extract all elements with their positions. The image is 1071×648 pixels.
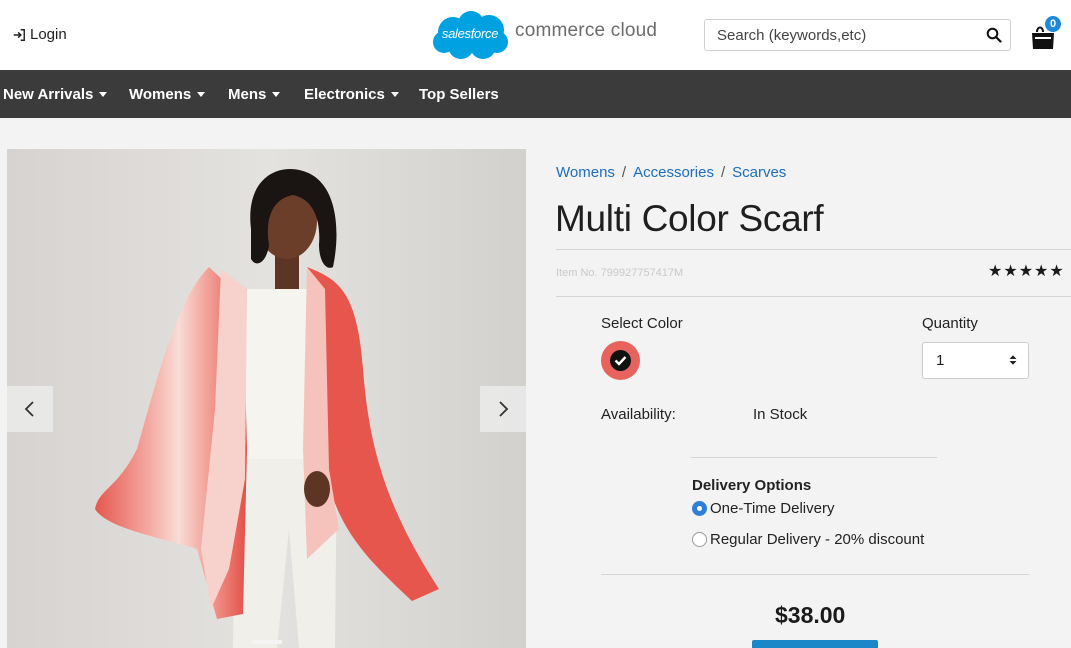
product-price: $38.00 — [775, 602, 846, 628]
chevron-left-icon — [24, 401, 34, 417]
caret-down-icon — [99, 92, 108, 97]
delivery-option-label: Regular Delivery - 20% discount — [710, 531, 925, 548]
divider — [601, 574, 1029, 575]
divider — [556, 296, 1071, 297]
availability-label: Availability: — [601, 406, 676, 423]
cart-count-badge: 0 — [1045, 16, 1061, 32]
checkmark-icon — [610, 350, 631, 371]
nav-item-top-sellers[interactable]: Top Sellers — [419, 86, 499, 103]
star-icon: ★ — [1034, 263, 1050, 280]
delivery-option-one-time[interactable]: One-Time Delivery — [692, 500, 834, 517]
cart-button[interactable]: 0 — [1030, 16, 1062, 50]
nav-item-womens[interactable]: Womens — [129, 86, 206, 103]
carousel-indicator[interactable] — [252, 640, 282, 644]
site-header: Login salesforce commerce cloud Search (… — [0, 0, 1071, 70]
star-icon: ★ — [988, 263, 1004, 280]
login-label: Login — [30, 26, 67, 43]
nav-item-label: Mens — [228, 86, 267, 103]
logo-tagline: commerce cloud — [515, 20, 658, 41]
divider — [556, 249, 1071, 250]
nav-item-electronics[interactable]: Electronics — [304, 86, 399, 103]
breadcrumb-item-scarves[interactable]: Scarves — [732, 164, 786, 181]
carousel-prev-button[interactable] — [7, 386, 53, 432]
nav-item-new-arrivals[interactable]: New Arrivals — [3, 86, 108, 103]
quantity-select[interactable]: 1 — [922, 342, 1029, 379]
nav-item-label: Top Sellers — [419, 86, 499, 103]
salesforce-cloud-logo: salesforce — [431, 10, 509, 60]
chevron-right-icon — [499, 401, 509, 417]
nav-item-mens[interactable]: Mens — [228, 86, 281, 103]
caret-down-icon — [272, 92, 281, 97]
radio-selected[interactable] — [692, 501, 707, 516]
star-icon: ★ — [1003, 263, 1019, 280]
select-color-label: Select Color — [601, 315, 683, 332]
breadcrumb: Womens / Accessories / Scarves — [556, 164, 786, 181]
sign-in-icon — [13, 28, 25, 41]
logo-text: salesforce — [441, 26, 499, 41]
delivery-option-label: One-Time Delivery — [710, 500, 835, 517]
color-swatch-selected[interactable] — [601, 341, 640, 380]
availability-value: In Stock — [753, 406, 808, 423]
divider — [691, 457, 937, 458]
carousel-next-button[interactable] — [480, 386, 526, 432]
brand-logo[interactable]: salesforce commerce cloud — [431, 10, 657, 60]
login-link[interactable]: Login — [12, 26, 67, 43]
search-box — [704, 19, 1011, 51]
quantity-value: 1 — [936, 352, 945, 369]
category-nav: New Arrivals Womens Mens Electronics Top… — [0, 70, 1071, 118]
caret-down-icon — [197, 92, 206, 97]
quantity-label: Quantity — [922, 315, 978, 332]
breadcrumb-separator: / — [720, 164, 726, 181]
radio-unselected[interactable] — [692, 532, 707, 547]
breadcrumb-separator: / — [621, 164, 627, 181]
nav-item-label: Electronics — [304, 86, 385, 103]
delivery-options-title: Delivery Options — [692, 477, 812, 494]
caret-down-icon — [390, 92, 399, 97]
star-icon: ★ — [1018, 263, 1035, 280]
add-to-cart-button[interactable] — [752, 640, 878, 648]
item-number: Item No. 799927757417M — [556, 267, 684, 279]
search-icon[interactable] — [986, 27, 1002, 43]
product-title: Multi Color Scarf — [555, 198, 824, 239]
search-input[interactable] — [705, 20, 975, 50]
product-image-carousel — [7, 149, 526, 648]
product-photo — [7, 149, 526, 648]
product-rating[interactable]: ★★★★★ — [988, 261, 1065, 281]
delivery-option-regular[interactable]: Regular Delivery - 20% discount — [692, 531, 924, 548]
breadcrumb-item-womens[interactable]: Womens — [556, 164, 615, 181]
nav-item-label: New Arrivals — [3, 86, 94, 103]
breadcrumb-item-accessories[interactable]: Accessories — [633, 164, 714, 181]
select-arrows-icon — [1009, 355, 1017, 365]
star-half-icon: ★ — [1049, 263, 1065, 280]
nav-item-label: Womens — [129, 86, 192, 103]
